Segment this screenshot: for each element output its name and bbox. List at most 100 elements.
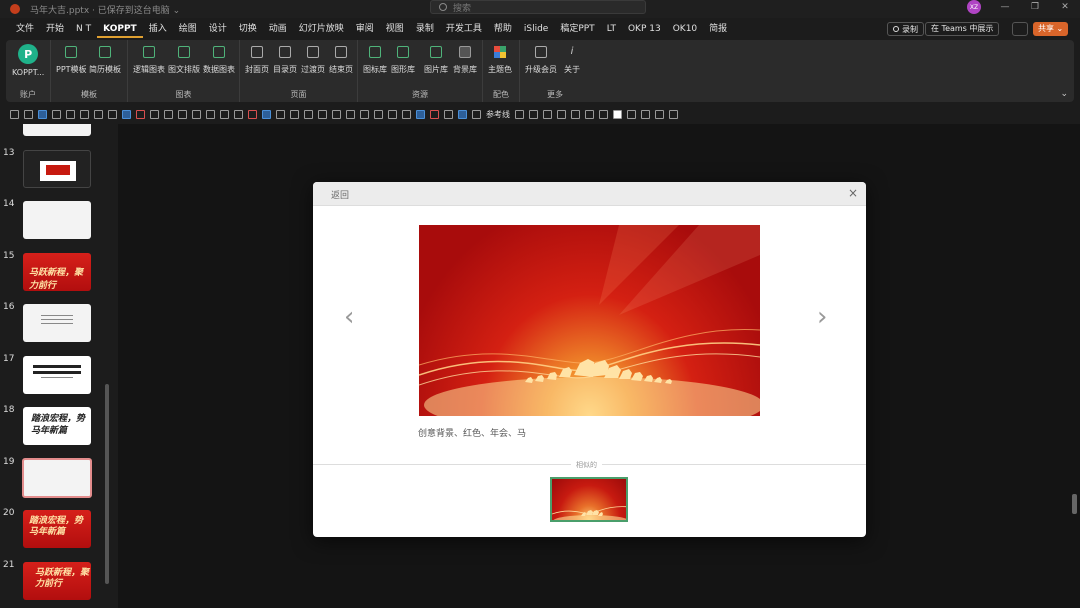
upgrade-member-button[interactable]: 升级会员: [525, 44, 557, 75]
tab-home[interactable]: 开始: [40, 20, 70, 38]
slide-thumb-16[interactable]: [23, 304, 91, 342]
record-button[interactable]: 录制: [887, 22, 924, 36]
close-window-button[interactable]: ✕: [1050, 0, 1080, 14]
arrow-down-icon[interactable]: [430, 109, 439, 119]
picture-icon[interactable]: [543, 109, 552, 119]
tab-transitions[interactable]: 切换: [233, 20, 263, 38]
edit-icon[interactable]: [178, 109, 187, 119]
tab-help[interactable]: 帮助: [488, 20, 518, 38]
tab-islide[interactable]: iSlide: [518, 20, 554, 38]
tab-insert[interactable]: 插入: [143, 20, 173, 38]
tab-briefing[interactable]: 简报: [703, 20, 733, 38]
end-page-button[interactable]: 结束页: [329, 44, 353, 75]
tab-koppt[interactable]: KOPPT: [97, 20, 143, 38]
eraser-icon[interactable]: [150, 109, 159, 119]
tab-draw[interactable]: 绘图: [173, 20, 203, 38]
background-library-button[interactable]: 背景库: [453, 44, 477, 75]
tab-slideshow[interactable]: 幻灯片放映: [293, 20, 350, 38]
next-arrow-icon[interactable]: ›: [817, 302, 827, 332]
screenshot-icon[interactable]: [38, 109, 47, 119]
slide-thumb-13[interactable]: [23, 150, 91, 188]
distribute-icon[interactable]: [332, 109, 341, 119]
text-box-icon[interactable]: [388, 109, 397, 119]
white-fill-icon[interactable]: [613, 109, 622, 119]
image-fit-icon[interactable]: [655, 109, 664, 119]
tab-nt[interactable]: N T: [70, 20, 97, 38]
cover-page-button[interactable]: 封面页: [245, 44, 269, 75]
image-icon[interactable]: [108, 109, 117, 119]
group-icon[interactable]: [290, 109, 299, 119]
tab-design[interactable]: 设计: [203, 20, 233, 38]
about-button[interactable]: i 关于: [564, 44, 580, 75]
doc-icon[interactable]: [234, 109, 243, 119]
ppt-template-button[interactable]: PPT模板: [56, 44, 87, 75]
avatar[interactable]: XZ: [967, 0, 981, 14]
shapes-icon[interactable]: [557, 109, 566, 119]
format-painter-icon[interactable]: [276, 109, 285, 119]
share-button[interactable]: 共享 ⌄: [1033, 22, 1069, 36]
brush-icon[interactable]: [164, 109, 173, 119]
slide-thumb-15[interactable]: 马跃新程，聚力前行: [23, 253, 91, 291]
slide-panel-scrollbar[interactable]: [105, 384, 109, 584]
present-in-teams-button[interactable]: 在 Teams 中展示: [925, 22, 1000, 36]
slide-thumb-19[interactable]: [22, 458, 92, 498]
shape-format-icon[interactable]: [515, 109, 524, 119]
ref-line-checkbox[interactable]: [472, 109, 481, 119]
collapse-ribbon-icon[interactable]: ⌄: [1060, 89, 1068, 99]
tab-ok10[interactable]: OK10: [667, 20, 703, 38]
circle-icon[interactable]: [458, 109, 467, 119]
close-icon[interactable]: ×: [848, 186, 858, 200]
select-area-icon[interactable]: [627, 109, 636, 119]
tab-lt[interactable]: LT: [601, 20, 622, 38]
bar-chart-icon[interactable]: [374, 109, 383, 119]
rectangle-icon[interactable]: [402, 109, 411, 119]
similar-image-thumb[interactable]: [550, 477, 628, 522]
tab-animations[interactable]: 动画: [263, 20, 293, 38]
tab-review[interactable]: 审阅: [350, 20, 380, 38]
minimize-button[interactable]: —: [990, 0, 1020, 14]
pdf-icon[interactable]: [248, 109, 257, 119]
slide-thumb-17[interactable]: [23, 356, 91, 394]
pen-icon[interactable]: [80, 109, 89, 119]
pause-icon[interactable]: [444, 109, 453, 119]
chart-icon[interactable]: [206, 109, 215, 119]
ungroup-icon[interactable]: [304, 109, 313, 119]
crop-icon[interactable]: [52, 109, 61, 119]
text-icon[interactable]: [599, 109, 608, 119]
resume-template-button[interactable]: 简历模板: [89, 44, 121, 75]
layers-icon[interactable]: [220, 109, 229, 119]
document-title[interactable]: 马年大吉.pptx · 已保存到这台电脑 ⌄: [30, 3, 180, 16]
image-library-button[interactable]: 图片库: [424, 44, 448, 75]
text-color-icon[interactable]: [66, 109, 75, 119]
tab-file[interactable]: 文件: [10, 20, 40, 38]
search-box[interactable]: 搜索: [430, 0, 646, 14]
tab-gaoding[interactable]: 稿定PPT: [554, 20, 600, 38]
tab-okp13[interactable]: OKP 13: [622, 20, 667, 38]
align-icon[interactable]: [24, 109, 33, 119]
layout-button[interactable]: 图文排版: [168, 44, 200, 75]
slide-thumb-12[interactable]: [23, 124, 91, 136]
slide-thumb-18[interactable]: 踏浪宏程，势马年新篇: [23, 407, 91, 445]
icon-library-button[interactable]: 图标库: [363, 44, 387, 75]
resize-icon[interactable]: [346, 109, 355, 119]
print-icon[interactable]: [10, 109, 19, 119]
toc-page-button[interactable]: 目录页: [273, 44, 297, 75]
canvas-scrollbar[interactable]: [1072, 494, 1077, 514]
tab-view[interactable]: 视图: [380, 20, 410, 38]
shape-library-button[interactable]: 图形库: [391, 44, 415, 75]
select-icon[interactable]: [94, 109, 103, 119]
comment-icon[interactable]: [1012, 22, 1028, 36]
background-preview-image[interactable]: [419, 225, 760, 416]
fill-color-icon[interactable]: [136, 109, 145, 119]
shape-icon[interactable]: [262, 109, 271, 119]
fullscreen-icon[interactable]: [669, 109, 678, 119]
tree-icon[interactable]: [571, 109, 580, 119]
align-center-icon[interactable]: [641, 109, 650, 119]
stack-icon[interactable]: [529, 109, 538, 119]
logic-chart-button[interactable]: 逻辑图表: [133, 44, 165, 75]
data-chart-button[interactable]: 数据图表: [203, 44, 235, 75]
slide-thumb-20[interactable]: 踏浪宏程，势马年新篇: [23, 510, 91, 548]
restore-button[interactable]: ❐: [1020, 0, 1050, 14]
insert-row-icon[interactable]: [360, 109, 369, 119]
slide-thumb-14[interactable]: [23, 201, 91, 239]
